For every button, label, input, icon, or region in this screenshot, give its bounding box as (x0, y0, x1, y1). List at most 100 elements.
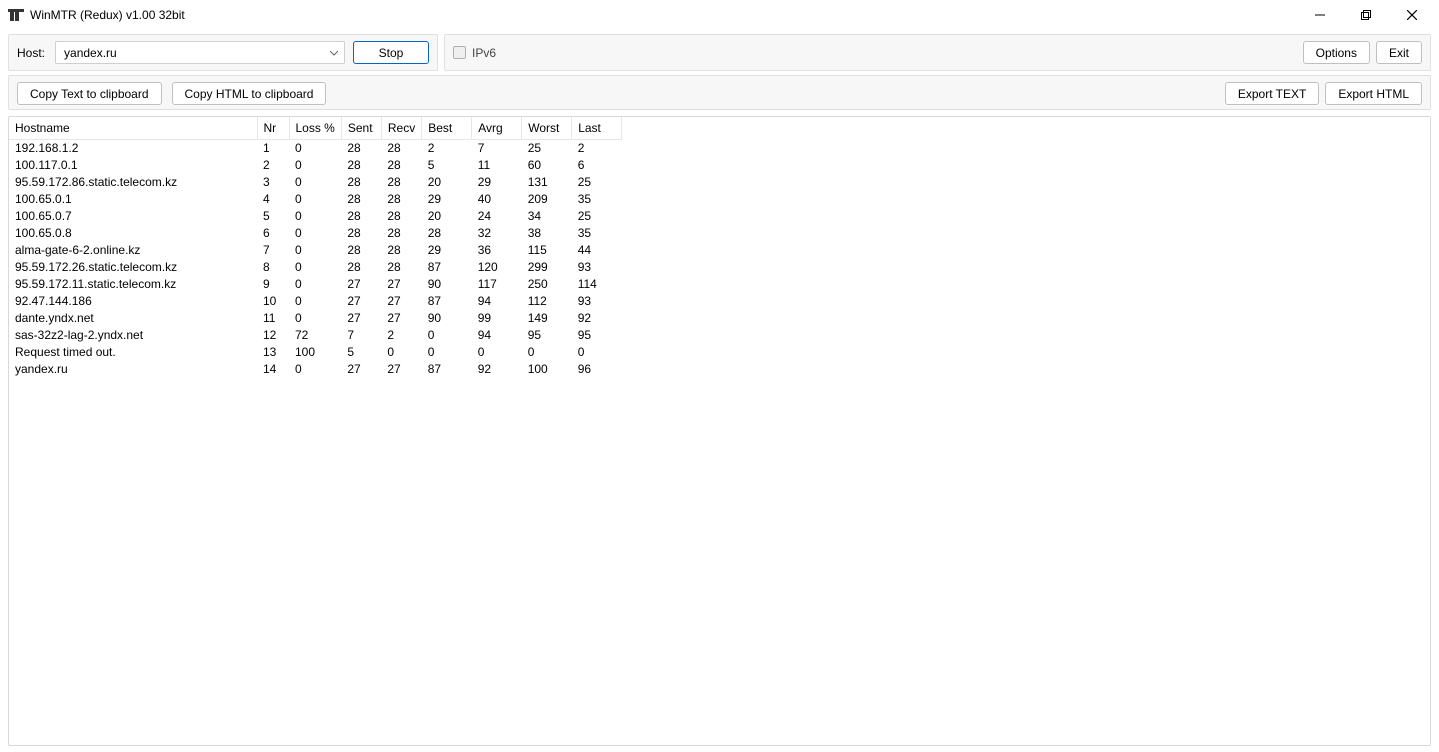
table-row[interactable]: 95.59.172.26.static.telecom.kz8028288712… (9, 258, 622, 275)
cell-last: 44 (572, 241, 622, 258)
table-row[interactable]: 100.117.0.1202828511606 (9, 156, 622, 173)
cell-loss: 0 (289, 156, 341, 173)
cell-best: 29 (422, 241, 472, 258)
cell-loss: 0 (289, 207, 341, 224)
table-row[interactable]: alma-gate-6-2.online.kz702828293611544 (9, 241, 622, 258)
cell-best: 29 (422, 190, 472, 207)
minimize-button[interactable] (1297, 0, 1343, 30)
copy-html-button[interactable]: Copy HTML to clipboard (172, 82, 327, 105)
cell-last: 2 (572, 139, 622, 156)
table-row[interactable]: yandex.ru1402727879210096 (9, 360, 622, 377)
host-input[interactable] (62, 45, 338, 61)
table-row[interactable]: dante.yndx.net1102727909914992 (9, 309, 622, 326)
cell-nr: 13 (257, 343, 289, 360)
cell-last: 93 (572, 292, 622, 309)
cell-avrg: 40 (472, 190, 522, 207)
cell-loss: 0 (289, 224, 341, 241)
table-row[interactable]: Request timed out.13100500000 (9, 343, 622, 360)
cell-sent: 28 (341, 139, 381, 156)
cell-loss: 0 (289, 173, 341, 190)
cell-hostname: 95.59.172.86.static.telecom.kz (9, 173, 257, 190)
maximize-button[interactable] (1343, 0, 1389, 30)
col-worst[interactable]: Worst (522, 117, 572, 139)
cell-avrg: 0 (472, 343, 522, 360)
col-best[interactable]: Best (422, 117, 472, 139)
cell-avrg: 94 (472, 292, 522, 309)
cell-best: 5 (422, 156, 472, 173)
export-html-button[interactable]: Export HTML (1325, 82, 1422, 105)
cell-nr: 11 (257, 309, 289, 326)
cell-loss: 0 (289, 139, 341, 156)
table-header-row: Hostname Nr Loss % Sent Recv Best Avrg W… (9, 117, 622, 139)
cell-avrg: 36 (472, 241, 522, 258)
col-loss[interactable]: Loss % (289, 117, 341, 139)
cell-hostname: 100.65.0.8 (9, 224, 257, 241)
cell-worst: 115 (522, 241, 572, 258)
cell-worst: 34 (522, 207, 572, 224)
table-row[interactable]: 95.59.172.11.static.telecom.kz9027279011… (9, 275, 622, 292)
table-row[interactable]: 95.59.172.86.static.telecom.kz3028282029… (9, 173, 622, 190)
host-combobox[interactable] (55, 41, 345, 64)
cell-worst: 0 (522, 343, 572, 360)
col-sent[interactable]: Sent (341, 117, 381, 139)
cell-recv: 27 (381, 309, 421, 326)
cell-worst: 25 (522, 139, 572, 156)
copy-text-button[interactable]: Copy Text to clipboard (17, 82, 162, 105)
cell-avrg: 94 (472, 326, 522, 343)
col-hostname[interactable]: Hostname (9, 117, 257, 139)
cell-hostname: 92.47.144.186 (9, 292, 257, 309)
exit-button[interactable]: Exit (1376, 41, 1422, 64)
cell-loss: 0 (289, 292, 341, 309)
stop-button[interactable]: Stop (353, 41, 429, 64)
cell-nr: 3 (257, 173, 289, 190)
cell-last: 92 (572, 309, 622, 326)
table-row[interactable]: sas-32z2-lag-2.yndx.net1272720949595 (9, 326, 622, 343)
options-button[interactable]: Options (1303, 41, 1370, 64)
table-row[interactable]: 100.65.0.860282828323835 (9, 224, 622, 241)
host-label: Host: (17, 46, 47, 60)
cell-worst: 250 (522, 275, 572, 292)
cell-hostname: yandex.ru (9, 360, 257, 377)
cell-nr: 2 (257, 156, 289, 173)
cell-recv: 27 (381, 360, 421, 377)
export-text-button[interactable]: Export TEXT (1225, 82, 1319, 105)
col-recv[interactable]: Recv (381, 117, 421, 139)
cell-nr: 6 (257, 224, 289, 241)
col-avrg[interactable]: Avrg (472, 117, 522, 139)
ipv6-panel: IPv6 Options Exit (444, 34, 1431, 71)
cell-hostname: dante.yndx.net (9, 309, 257, 326)
table-row[interactable]: 100.65.0.750282820243425 (9, 207, 622, 224)
col-last[interactable]: Last (572, 117, 622, 139)
cell-sent: 28 (341, 173, 381, 190)
cell-recv: 28 (381, 241, 421, 258)
col-nr[interactable]: Nr (257, 117, 289, 139)
cell-last: 35 (572, 190, 622, 207)
table-row[interactable]: 100.65.0.1402828294020935 (9, 190, 622, 207)
cell-recv: 28 (381, 156, 421, 173)
table-row[interactable]: 92.47.144.1861002727879411293 (9, 292, 622, 309)
cell-recv: 28 (381, 190, 421, 207)
cell-avrg: 29 (472, 173, 522, 190)
cell-last: 0 (572, 343, 622, 360)
close-button[interactable] (1389, 0, 1435, 30)
cell-best: 0 (422, 326, 472, 343)
results-table[interactable]: Hostname Nr Loss % Sent Recv Best Avrg W… (9, 117, 622, 377)
chevron-down-icon (330, 46, 338, 60)
cell-last: 25 (572, 207, 622, 224)
cell-avrg: 11 (472, 156, 522, 173)
cell-sent: 5 (341, 343, 381, 360)
cell-sent: 27 (341, 360, 381, 377)
toolbar: Copy Text to clipboard Copy HTML to clip… (8, 75, 1431, 110)
cell-loss: 0 (289, 275, 341, 292)
ipv6-checkbox[interactable] (453, 46, 466, 59)
cell-best: 87 (422, 360, 472, 377)
cell-worst: 209 (522, 190, 572, 207)
cell-nr: 12 (257, 326, 289, 343)
cell-nr: 14 (257, 360, 289, 377)
cell-worst: 131 (522, 173, 572, 190)
cell-hostname: sas-32z2-lag-2.yndx.net (9, 326, 257, 343)
cell-last: 114 (572, 275, 622, 292)
cell-hostname: 95.59.172.11.static.telecom.kz (9, 275, 257, 292)
cell-hostname: alma-gate-6-2.online.kz (9, 241, 257, 258)
table-row[interactable]: 192.168.1.210282827252 (9, 139, 622, 156)
